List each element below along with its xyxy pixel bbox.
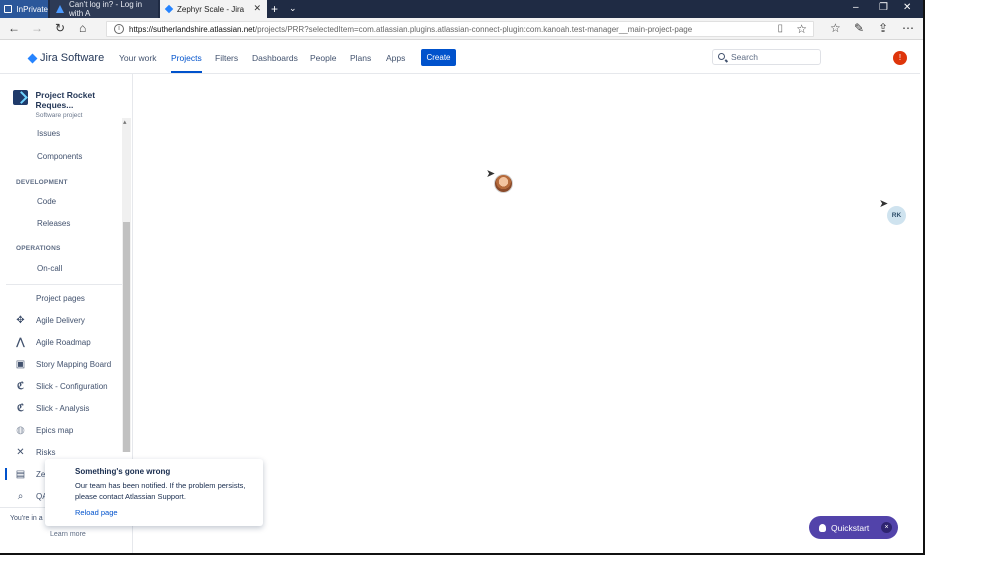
jira-logo[interactable]: Jira Software bbox=[27, 52, 105, 64]
atlassian-icon bbox=[56, 5, 64, 13]
site-info-icon[interactable]: i bbox=[114, 24, 124, 34]
new-tab-icon[interactable]: + bbox=[271, 2, 278, 16]
sidebar-footer-text: You're in a bbox=[10, 515, 43, 522]
sidebar-item-on-call[interactable]: On-call bbox=[37, 264, 62, 273]
more-icon[interactable]: ⋯ bbox=[902, 21, 914, 35]
jira-logo-icon bbox=[27, 53, 38, 63]
mouse-pointer-icon: ➤ bbox=[486, 168, 496, 180]
error-flag-body: Our team has been notified. If the probl… bbox=[75, 481, 246, 501]
nav-filters[interactable]: Filters bbox=[215, 53, 238, 63]
sidebar-item-agile-delivery[interactable]: Agile Delivery bbox=[36, 316, 85, 325]
slick-icon: ℭ bbox=[16, 381, 25, 392]
jira-icon bbox=[164, 4, 174, 14]
pen-icon[interactable]: ✎ bbox=[854, 21, 864, 35]
inprivate-badge[interactable]: InPrivate bbox=[0, 0, 48, 18]
browser-window: InPrivate Can't log in? - Log in with A … bbox=[0, 0, 925, 555]
collaborator-avatar-initials: RK bbox=[887, 206, 906, 225]
share-icon[interactable]: ⇪ bbox=[878, 21, 888, 35]
project-avatar-icon bbox=[13, 90, 28, 105]
restore-icon[interactable]: ❐ bbox=[879, 2, 888, 13]
sidebar-item-components[interactable]: Components bbox=[37, 152, 82, 161]
nav-plans[interactable]: Plans bbox=[350, 53, 371, 63]
screen: InPrivate Can't log in? - Log in with A … bbox=[0, 0, 999, 571]
error-flag-title: Something's gone wrong bbox=[75, 467, 171, 476]
epics-map-icon: ◍ bbox=[16, 425, 25, 436]
forward-icon[interactable]: → bbox=[31, 21, 43, 35]
browser-tab-login[interactable]: Can't log in? - Log in with A bbox=[50, 0, 158, 18]
close-window-icon[interactable]: ✕ bbox=[903, 2, 911, 13]
roadmap-icon: ⋀ bbox=[16, 337, 25, 348]
close-icon[interactable]: × bbox=[881, 522, 892, 533]
development-header: DEVELOPMENT bbox=[16, 179, 68, 186]
nav-people[interactable]: People bbox=[310, 53, 336, 63]
quickstart-button[interactable]: Quickstart × bbox=[809, 516, 898, 539]
nav-dashboards[interactable]: Dashboards bbox=[252, 53, 298, 63]
sidebar-item-slick-configuration[interactable]: Slick - Configuration bbox=[36, 382, 108, 391]
sidebar-item-code[interactable]: Code bbox=[37, 197, 56, 206]
mouse-pointer-icon: ➤ bbox=[879, 198, 889, 210]
inprivate-label: InPrivate bbox=[16, 4, 48, 14]
sidebar-item-agile-roadmap[interactable]: Agile Roadmap bbox=[36, 338, 91, 347]
sidebar-item-project-pages[interactable]: Project pages bbox=[36, 294, 85, 303]
refresh-icon[interactable]: ↻ bbox=[55, 21, 65, 35]
sidebar-scrollbar-thumb[interactable] bbox=[123, 222, 130, 452]
nav-your-work[interactable]: Your work bbox=[119, 53, 156, 63]
reload-page-link[interactable]: Reload page bbox=[75, 508, 118, 517]
story-map-icon: ▣ bbox=[15, 359, 26, 370]
project-header[interactable]: Project Rocket Reques... Software projec… bbox=[13, 90, 132, 119]
learn-more-link[interactable]: Learn more bbox=[50, 531, 86, 538]
close-tab-icon[interactable]: ✕ bbox=[253, 3, 261, 14]
notifications-badge[interactable]: ! bbox=[893, 51, 907, 65]
scroll-up-icon[interactable]: ▴ bbox=[123, 118, 127, 126]
error-flag: Something's gone wrong Our team has been… bbox=[45, 459, 263, 526]
url-host: https://sutherlandshire.atlassian.net bbox=[129, 24, 255, 34]
quickstart-label: Quickstart bbox=[831, 522, 870, 533]
agile-delivery-icon: ✥ bbox=[16, 315, 25, 326]
risks-icon: ✕ bbox=[16, 447, 25, 458]
tab-list-chevron-icon[interactable]: ⌄ bbox=[289, 3, 297, 14]
zephyr-icon: ▤ bbox=[15, 469, 26, 480]
tab-title: Zephyr Scale - Jira bbox=[177, 4, 245, 14]
inprivate-icon bbox=[4, 5, 13, 13]
nav-projects[interactable]: Projects bbox=[171, 53, 202, 73]
reading-view-icon[interactable]: ▯ bbox=[777, 23, 783, 34]
sidebar-item-issues[interactable]: Issues bbox=[37, 129, 60, 138]
selected-indicator bbox=[5, 468, 7, 480]
browser-toolbar: ← → ↻ ⌂ i https://sutherlandshire.atlass… bbox=[0, 18, 923, 40]
operations-header: OPERATIONS bbox=[16, 245, 61, 252]
home-icon[interactable]: ⌂ bbox=[79, 21, 86, 35]
sidebar-item-risks[interactable]: Risks bbox=[36, 448, 56, 457]
browser-tab-bar: InPrivate Can't log in? - Log in with A … bbox=[0, 0, 923, 18]
url-path: /projects/PRR?selectedItem=com.atlassian… bbox=[254, 24, 693, 34]
favorites-icon[interactable]: ☆ bbox=[830, 21, 841, 35]
project-title: Project Rocket Reques... bbox=[35, 90, 96, 110]
search-icon bbox=[718, 53, 725, 60]
back-icon[interactable]: ← bbox=[8, 21, 20, 35]
nav-apps[interactable]: Apps bbox=[386, 53, 405, 63]
collaborator-avatar bbox=[494, 174, 513, 193]
lightbulb-icon bbox=[819, 523, 826, 532]
jira-top-nav: Jira Software Your work Projects Filters… bbox=[0, 40, 920, 74]
minimize-icon[interactable]: – bbox=[853, 2, 859, 13]
search-placeholder: Search bbox=[731, 52, 758, 62]
sidebar-item-slick-analysis[interactable]: Slick - Analysis bbox=[36, 404, 89, 413]
qa-icon: ⌕ bbox=[17, 491, 24, 502]
jira-brand: Jira Software bbox=[40, 52, 105, 64]
sidebar-item-epics-map[interactable]: Epics map bbox=[36, 426, 73, 435]
sidebar-divider bbox=[6, 284, 124, 285]
tab-title: Can't log in? - Log in with A bbox=[69, 0, 143, 18]
address-bar[interactable]: i https://sutherlandshire.atlassian.net /… bbox=[106, 21, 814, 37]
browser-tab-zephyr[interactable]: Zephyr Scale - Jira ✕ bbox=[160, 0, 267, 18]
search-input[interactable]: Search bbox=[712, 49, 821, 65]
project-subtitle: Software project bbox=[35, 112, 83, 119]
slick-icon: ℭ bbox=[16, 403, 25, 414]
sidebar-item-story-mapping-board[interactable]: Story Mapping Board bbox=[36, 360, 111, 369]
sidebar-item-releases[interactable]: Releases bbox=[37, 219, 70, 228]
sidebar-item-zephyr[interactable]: Ze bbox=[36, 470, 45, 479]
create-button[interactable]: Create bbox=[421, 49, 456, 66]
favorite-star-icon[interactable]: ☆ bbox=[796, 22, 807, 36]
